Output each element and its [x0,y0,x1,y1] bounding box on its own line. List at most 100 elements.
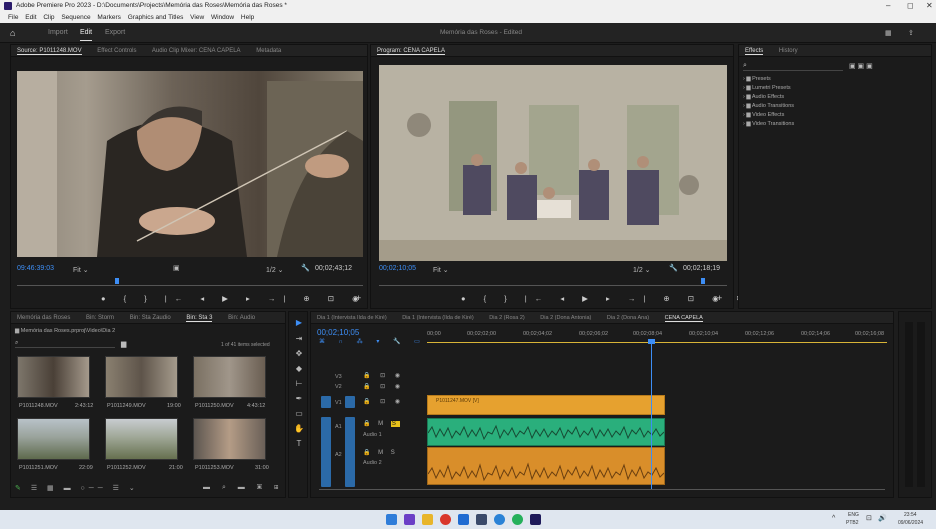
program-transport-controls[interactable]: ● { } |← ◂ ▶ ▸ →| ⊕ ⊡ ◉ ⧉ ⧉ [461,294,774,304]
razor-tool-icon[interactable]: ◆ [293,364,305,373]
ripple-edit-tool-icon[interactable]: ✥ [293,349,305,358]
track-controls[interactable]: 🔒 M S [363,420,400,427]
clip-thumbnail[interactable] [105,356,178,398]
premiere-taskbar-icon[interactable] [530,514,541,525]
program-playhead[interactable] [701,278,705,284]
track-target-a1[interactable] [345,417,355,487]
tab-sequence[interactable]: Dia 2 (Rosa 2) [489,315,524,321]
accelerated-effects-icon[interactable]: ▣ ▣ ▣ [849,62,873,70]
track-controls[interactable]: 🔒 ⊡ ◉ [363,398,404,405]
timeline-scrollbar[interactable] [319,489,885,490]
tab-effects[interactable]: Effects [745,48,764,55]
tab-sequence[interactable]: Dia 2 (Dona Antonia) [540,315,591,321]
timeline-tools[interactable]: ⌘ ∩ ⁂ ▾ 🔧 ▭ [319,338,426,345]
menu-window[interactable]: Window [211,14,234,21]
chrome-icon[interactable] [494,514,505,525]
tab-import[interactable]: Import [48,29,68,36]
task-view-icon[interactable] [404,514,415,525]
check-app-icon[interactable] [458,514,469,525]
program-scrubber[interactable] [379,278,727,286]
insert-icon[interactable]: ▣ [173,264,180,272]
source-scrubber[interactable] [17,278,363,286]
tab-audio-clip-mixer[interactable]: Audio Clip Mixer: CENA CAPELA [152,48,241,54]
menu-view[interactable]: View [190,14,204,21]
track-controls[interactable]: 🔒 ⊡ ◉ [363,372,404,379]
program-fit-select[interactable]: Fit ⌄ [433,266,449,274]
tray-chevron-icon[interactable]: ^ [832,515,835,522]
close-button[interactable]: ✕ [926,0,933,12]
menu-clip[interactable]: Clip [43,14,54,21]
track-target-v1[interactable] [345,396,355,408]
network-icon[interactable]: ⊡ [866,514,872,522]
track-controls[interactable]: 🔒 ⊡ ◉ [363,383,404,390]
whatsapp-icon[interactable] [512,514,523,525]
pen-tool-icon[interactable]: ✒ [293,394,305,403]
tab-edit[interactable]: Edit [80,29,93,41]
file-explorer-icon[interactable] [422,514,433,525]
tab-history[interactable]: History [779,48,798,54]
track-source-a1[interactable] [321,417,331,487]
source-transport-controls[interactable]: ● { } |← ◂ ▶ ▸ →| ⊕ ⊡ ◉ ⧉ [101,294,390,304]
audio-clip-a2[interactable] [427,447,665,485]
clip-thumbnail[interactable] [17,418,90,460]
new-item-tools[interactable]: ▬ ⌕ ▬ ▣ ⊞ [203,484,283,492]
tab-effect-controls[interactable]: Effect Controls [97,48,136,54]
clip-thumbnail[interactable] [193,356,266,398]
opera-icon[interactable] [440,514,451,525]
menu-graphics[interactable]: Graphics and Titles [128,14,184,21]
add-button-icon[interactable]: + [717,293,722,303]
tab-bin-storm[interactable]: Bin: Storm [86,315,114,321]
minimize-button[interactable]: – [886,0,890,12]
work-area-bar[interactable] [427,342,887,343]
menu-edit[interactable]: Edit [25,14,36,21]
bin-icon[interactable]: ▆ [121,340,126,348]
menu-markers[interactable]: Markers [97,14,120,21]
app-icon[interactable] [476,514,487,525]
tab-sequence[interactable]: Dia 1 (Intervista Ilda de Kiré) [317,315,387,321]
source-fit-select[interactable]: Fit ⌄ [73,266,89,274]
effects-item-video-transitions[interactable]: › ▆ Video Transitions [743,120,794,129]
rectangle-tool-icon[interactable]: ▭ [293,409,305,418]
volume-icon[interactable]: 🔊 [878,514,887,522]
project-footer-tools[interactable]: ✎ ☰ ▦ ▬ ○── ☰ ⌄ [15,484,139,492]
effects-item-presets[interactable]: › ▆ Presets [743,75,794,84]
selection-tool-icon[interactable]: ▶ [293,318,305,327]
clip-thumbnail[interactable] [193,418,266,460]
source-ratio-select[interactable]: 1/2 ⌄ [266,266,284,274]
language-indicator[interactable]: ENG [848,512,859,518]
menu-sequence[interactable]: Sequence [61,14,90,21]
track-controls[interactable]: 🔒 M S [363,449,398,456]
windows-start-icon[interactable] [386,514,397,525]
tab-sequence[interactable]: Dia 2 (Dona Ana) [607,315,649,321]
maximize-button[interactable]: ◻ [907,0,914,12]
share-icon[interactable]: ⇪ [908,29,914,37]
source-playhead[interactable] [115,278,119,284]
clip-thumbnail[interactable] [17,356,90,398]
effects-item-audio-effects[interactable]: › ▆ Audio Effects [743,93,794,102]
tab-sequence[interactable]: Dia 1 (Intervista (Ilda de Kiré) [402,315,474,321]
clock-time[interactable]: 23:54 [904,512,917,518]
tab-metadata[interactable]: Metadata [256,48,281,54]
wrench-icon[interactable]: 🔧 [301,264,310,272]
tab-source[interactable]: Source: P1011248.MOV [17,48,82,55]
program-ratio-select[interactable]: 1/2 ⌄ [633,266,651,274]
effects-search-input[interactable]: ⌕ [743,62,843,71]
tab-bin-audio[interactable]: Bin: Audio [228,315,255,321]
project-search-input[interactable]: ⌕ [15,340,115,348]
home-icon[interactable]: ⌂ [10,28,15,38]
hand-tool-icon[interactable]: ✋ [293,424,305,433]
effects-item-lumetri[interactable]: › ▆ Lumetri Presets [743,84,794,93]
type-tool-icon[interactable]: T [293,439,305,448]
video-clip[interactable]: P1011247.MOV [V] [427,395,665,415]
add-button-icon[interactable]: + [356,293,361,303]
track-source-v1[interactable] [321,396,331,408]
effects-item-video-effects[interactable]: › ▆ Video Effects [743,111,794,120]
timeline-playhead[interactable] [651,340,652,490]
clip-thumbnail[interactable] [105,418,178,460]
workspaces-icon[interactable]: ▦ [885,29,892,37]
audio-clip-a1[interactable] [427,418,665,446]
menu-help[interactable]: Help [241,14,254,21]
tab-program[interactable]: Program: CENA CAPELA [377,48,446,55]
tab-export[interactable]: Export [105,29,125,36]
tab-bin-3[interactable]: Bin: Sta 3 [186,315,213,322]
